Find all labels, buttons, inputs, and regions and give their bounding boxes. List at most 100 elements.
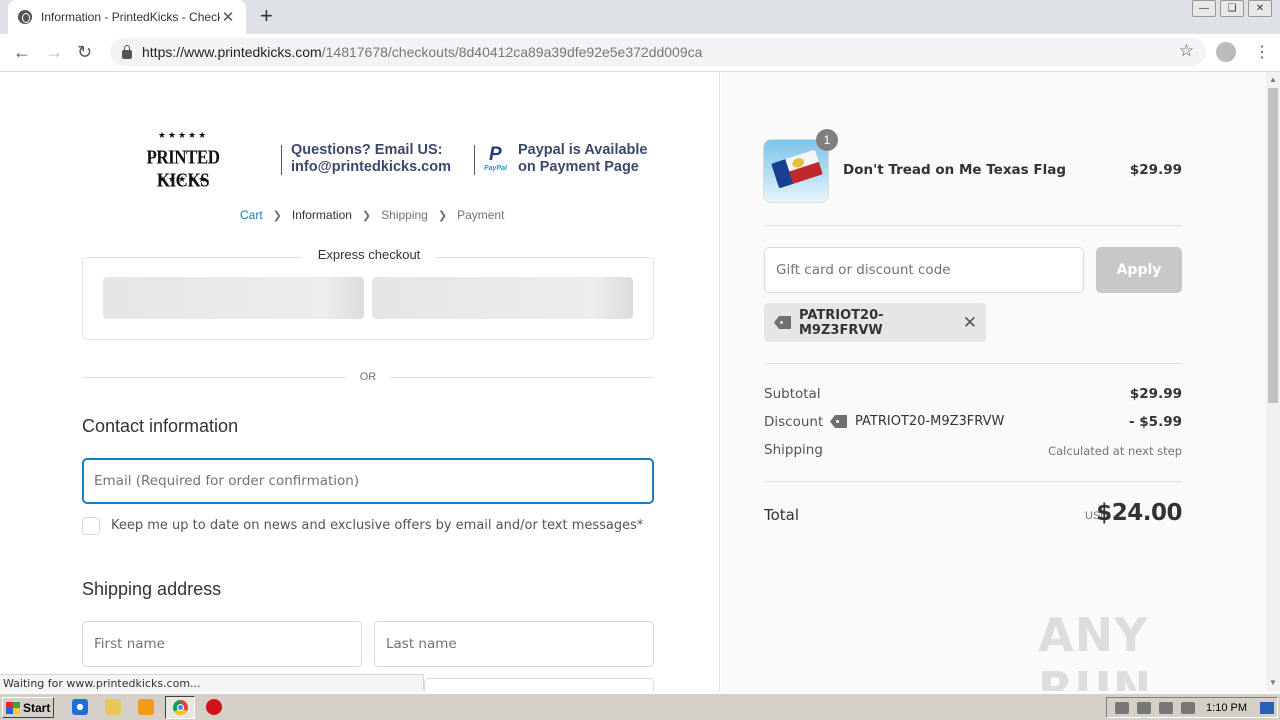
show-desktop-icon[interactable] [1260, 702, 1274, 714]
shipping-address-title: Shipping address [82, 579, 222, 599]
shipping-value: Calculated at next step [1048, 444, 1182, 458]
page-scrollbar[interactable]: ▲ ▼ [1266, 72, 1280, 691]
chevron-right-icon: ❯ [437, 209, 448, 222]
subtotal-value: $29.99 [1129, 386, 1182, 402]
discount-code-tag: PATRIOT20-M9Z3FRVW [830, 414, 1004, 429]
breadcrumb-cart[interactable]: Cart [240, 208, 263, 222]
restore-button[interactable]: ❏ [1220, 0, 1244, 17]
media-player-icon[interactable] [138, 699, 154, 715]
apply-button[interactable]: Apply [1096, 247, 1182, 293]
newsletter-label: Keep me up to date on news and exclusive… [111, 518, 644, 533]
questions-email-banner: Questions? Email US: info@printedkicks.c… [291, 142, 451, 176]
product-thumbnail [763, 139, 829, 203]
newsletter-checkbox[interactable] [82, 517, 100, 535]
system-tray: 1:10 PM [1106, 697, 1278, 718]
folder-icon[interactable] [105, 699, 121, 715]
clock: 1:10 PM [1206, 701, 1247, 714]
tag-icon [830, 415, 847, 428]
url-host: https://www.printedkicks.com [142, 44, 322, 60]
antivirus-icon[interactable] [206, 699, 222, 715]
applied-discount-code: PATRIOT20-M9Z3FRVW [799, 307, 884, 338]
discount-value: - $5.99 [1128, 414, 1182, 430]
breadcrumb-payment: Payment [457, 208, 505, 222]
summary-divider [764, 225, 1182, 226]
summary-divider [764, 363, 1182, 364]
logo-stars-bottom-icon: ★★★★★ [157, 174, 209, 184]
globe-icon [18, 10, 32, 24]
scrollbar-thumb[interactable] [1268, 88, 1278, 403]
network-icon[interactable] [1137, 701, 1151, 714]
url-path: /14817678/checkouts/8d40412ca89a39dfe92e… [321, 44, 703, 60]
express-pay-button-2[interactable] [372, 277, 633, 319]
taskbar-chrome-button[interactable] [165, 696, 195, 719]
texas-flag-image [771, 149, 823, 189]
chevron-right-icon: ❯ [272, 209, 282, 222]
start-label: Start [23, 700, 51, 715]
browser-status-bar: Waiting for www.printedkicks.com... [0, 674, 424, 691]
browser-tab[interactable]: Information - PrintedKicks - Checkout ✕ [8, 0, 246, 34]
express-pay-button-1[interactable] [103, 277, 364, 319]
flag-icon[interactable] [1181, 701, 1195, 714]
questions-line-2: info@printedkicks.com [291, 159, 451, 175]
tab-title: Information - PrintedKicks - Checkout [41, 10, 220, 24]
start-button[interactable]: Start [2, 697, 54, 718]
total-label: Total [764, 506, 800, 524]
paypal-small-text: PayPal [484, 165, 507, 172]
reload-icon[interactable]: ↻ [77, 42, 92, 62]
tray-arrow-icon[interactable] [1115, 701, 1129, 714]
new-tab-button[interactable]: + [260, 5, 273, 27]
summary-divider [764, 481, 1182, 482]
chevron-right-icon: ❯ [361, 209, 372, 222]
or-divider-left [82, 377, 346, 378]
discount-code-input[interactable]: Gift card or discount code [764, 247, 1084, 293]
logo-stars-top-icon: ★★★★★ [157, 130, 209, 140]
header-divider [474, 145, 475, 175]
checkout-page: ★★★★★ PRINTED KICKS ★★★★★ Questions? Ema… [0, 72, 1266, 691]
address-bar[interactable]: https://www.printedkicks.com/14817678/ch… [110, 38, 1206, 66]
scroll-down-icon[interactable]: ▼ [1269, 678, 1277, 687]
express-checkout-title: Express checkout [302, 247, 436, 262]
email-input[interactable]: Email (Required for order confirmation) [82, 458, 654, 504]
back-arrow-icon[interactable]: ← [13, 42, 31, 62]
breadcrumb: Cart ❯ Information ❯ Shipping ❯ Payment [240, 208, 504, 222]
browser-menu-icon[interactable]: ⋮ [1254, 42, 1270, 62]
tag-icon [774, 316, 791, 329]
total-value: $24.00 [1096, 500, 1182, 526]
windows-taskbar: Start 1:10 PM [0, 693, 1280, 720]
applied-discount-chip: PATRIOT20-M9Z3FRVW ✕ [764, 303, 986, 342]
forward-arrow-icon[interactable]: → [45, 42, 63, 62]
breadcrumb-shipping: Shipping [381, 208, 428, 222]
shipping-label: Shipping [764, 442, 823, 458]
profile-avatar-icon[interactable] [1216, 42, 1236, 62]
discount-label: Discount [764, 414, 824, 430]
discount-code-text: PATRIOT20-M9Z3FRVW [855, 414, 1005, 429]
anyrun-watermark: ANY RUN [1038, 608, 1153, 691]
logo-brand-text: PRINTED KICKS [146, 146, 220, 191]
questions-line-1: Questions? Email US: [291, 142, 443, 158]
breadcrumb-information: Information [291, 208, 352, 222]
volume-icon[interactable] [1159, 701, 1173, 714]
paypal-line-2: on Payment Page [518, 159, 639, 175]
product-price: $29.99 [1129, 162, 1182, 178]
remove-discount-icon[interactable]: ✕ [963, 313, 977, 333]
quantity-badge: 1 [816, 129, 838, 151]
paypal-banner: Paypal is Available on Payment Page [518, 142, 648, 176]
header-divider [281, 145, 282, 175]
or-divider-text: OR [359, 371, 377, 383]
internet-explorer-icon[interactable] [72, 699, 88, 715]
scroll-up-icon[interactable]: ▲ [1269, 75, 1277, 84]
browser-tab-bar: Information - PrintedKicks - Checkout ✕ … [0, 0, 1280, 34]
close-window-button[interactable]: ✕ [1248, 0, 1272, 17]
contact-information-title: Contact information [82, 416, 239, 436]
paypal-line-1: Paypal is Available [518, 142, 648, 158]
tab-close-icon[interactable]: ✕ [220, 8, 236, 26]
chrome-icon [173, 700, 188, 715]
bookmark-star-icon[interactable]: ☆ [1179, 41, 1194, 61]
last-name-input[interactable]: Last name [374, 621, 654, 667]
lock-icon [122, 44, 132, 59]
first-name-input[interactable]: First name [82, 621, 362, 667]
minimize-button[interactable]: — [1192, 0, 1216, 17]
address-input[interactable] [424, 678, 654, 691]
printed-kicks-logo[interactable]: ★★★★★ PRINTED KICKS ★★★★★ [137, 130, 229, 191]
subtotal-label: Subtotal [764, 386, 821, 402]
